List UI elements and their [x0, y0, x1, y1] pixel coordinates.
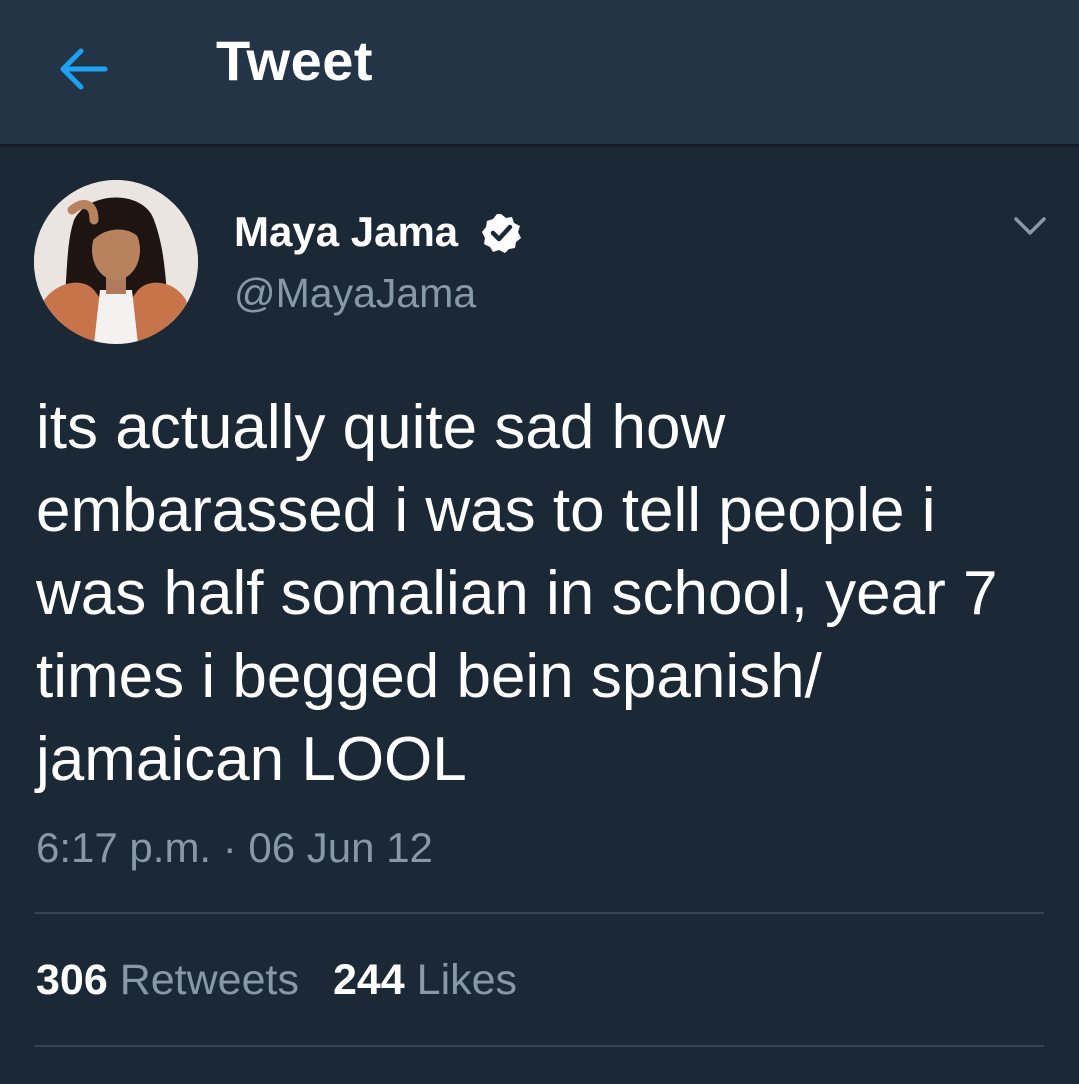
divider	[34, 1045, 1044, 1047]
likes-label: Likes	[416, 956, 518, 1004]
divider	[34, 912, 1044, 914]
tweet-stats: 306 Retweets 244 Likes	[36, 956, 517, 1005]
page-title: Tweet	[216, 29, 374, 92]
more-options-button[interactable]	[1010, 206, 1050, 246]
tweet-timestamp: 6:17 p.m. · 06 Jun 12	[36, 824, 433, 871]
verified-badge-icon	[482, 214, 521, 253]
tweet-text: its actually quite sad how embarassed i …	[36, 393, 998, 794]
top-bar: Tweet	[0, 0, 1079, 144]
retweets-count: 306	[36, 956, 108, 1004]
retweets-link[interactable]: 306 Retweets	[36, 956, 299, 1005]
chevron-down-icon	[1014, 217, 1046, 235]
author-handle[interactable]: @MayaJama	[234, 270, 476, 317]
avatar-image	[34, 180, 198, 344]
arrow-left-icon	[60, 48, 108, 90]
back-button[interactable]	[50, 38, 116, 100]
likes-link[interactable]: 244 Likes	[333, 956, 517, 1005]
retweets-label: Retweets	[119, 956, 299, 1004]
author-name[interactable]: Maya Jama	[234, 208, 458, 256]
avatar[interactable]	[34, 180, 198, 344]
likes-count: 244	[332, 956, 405, 1004]
